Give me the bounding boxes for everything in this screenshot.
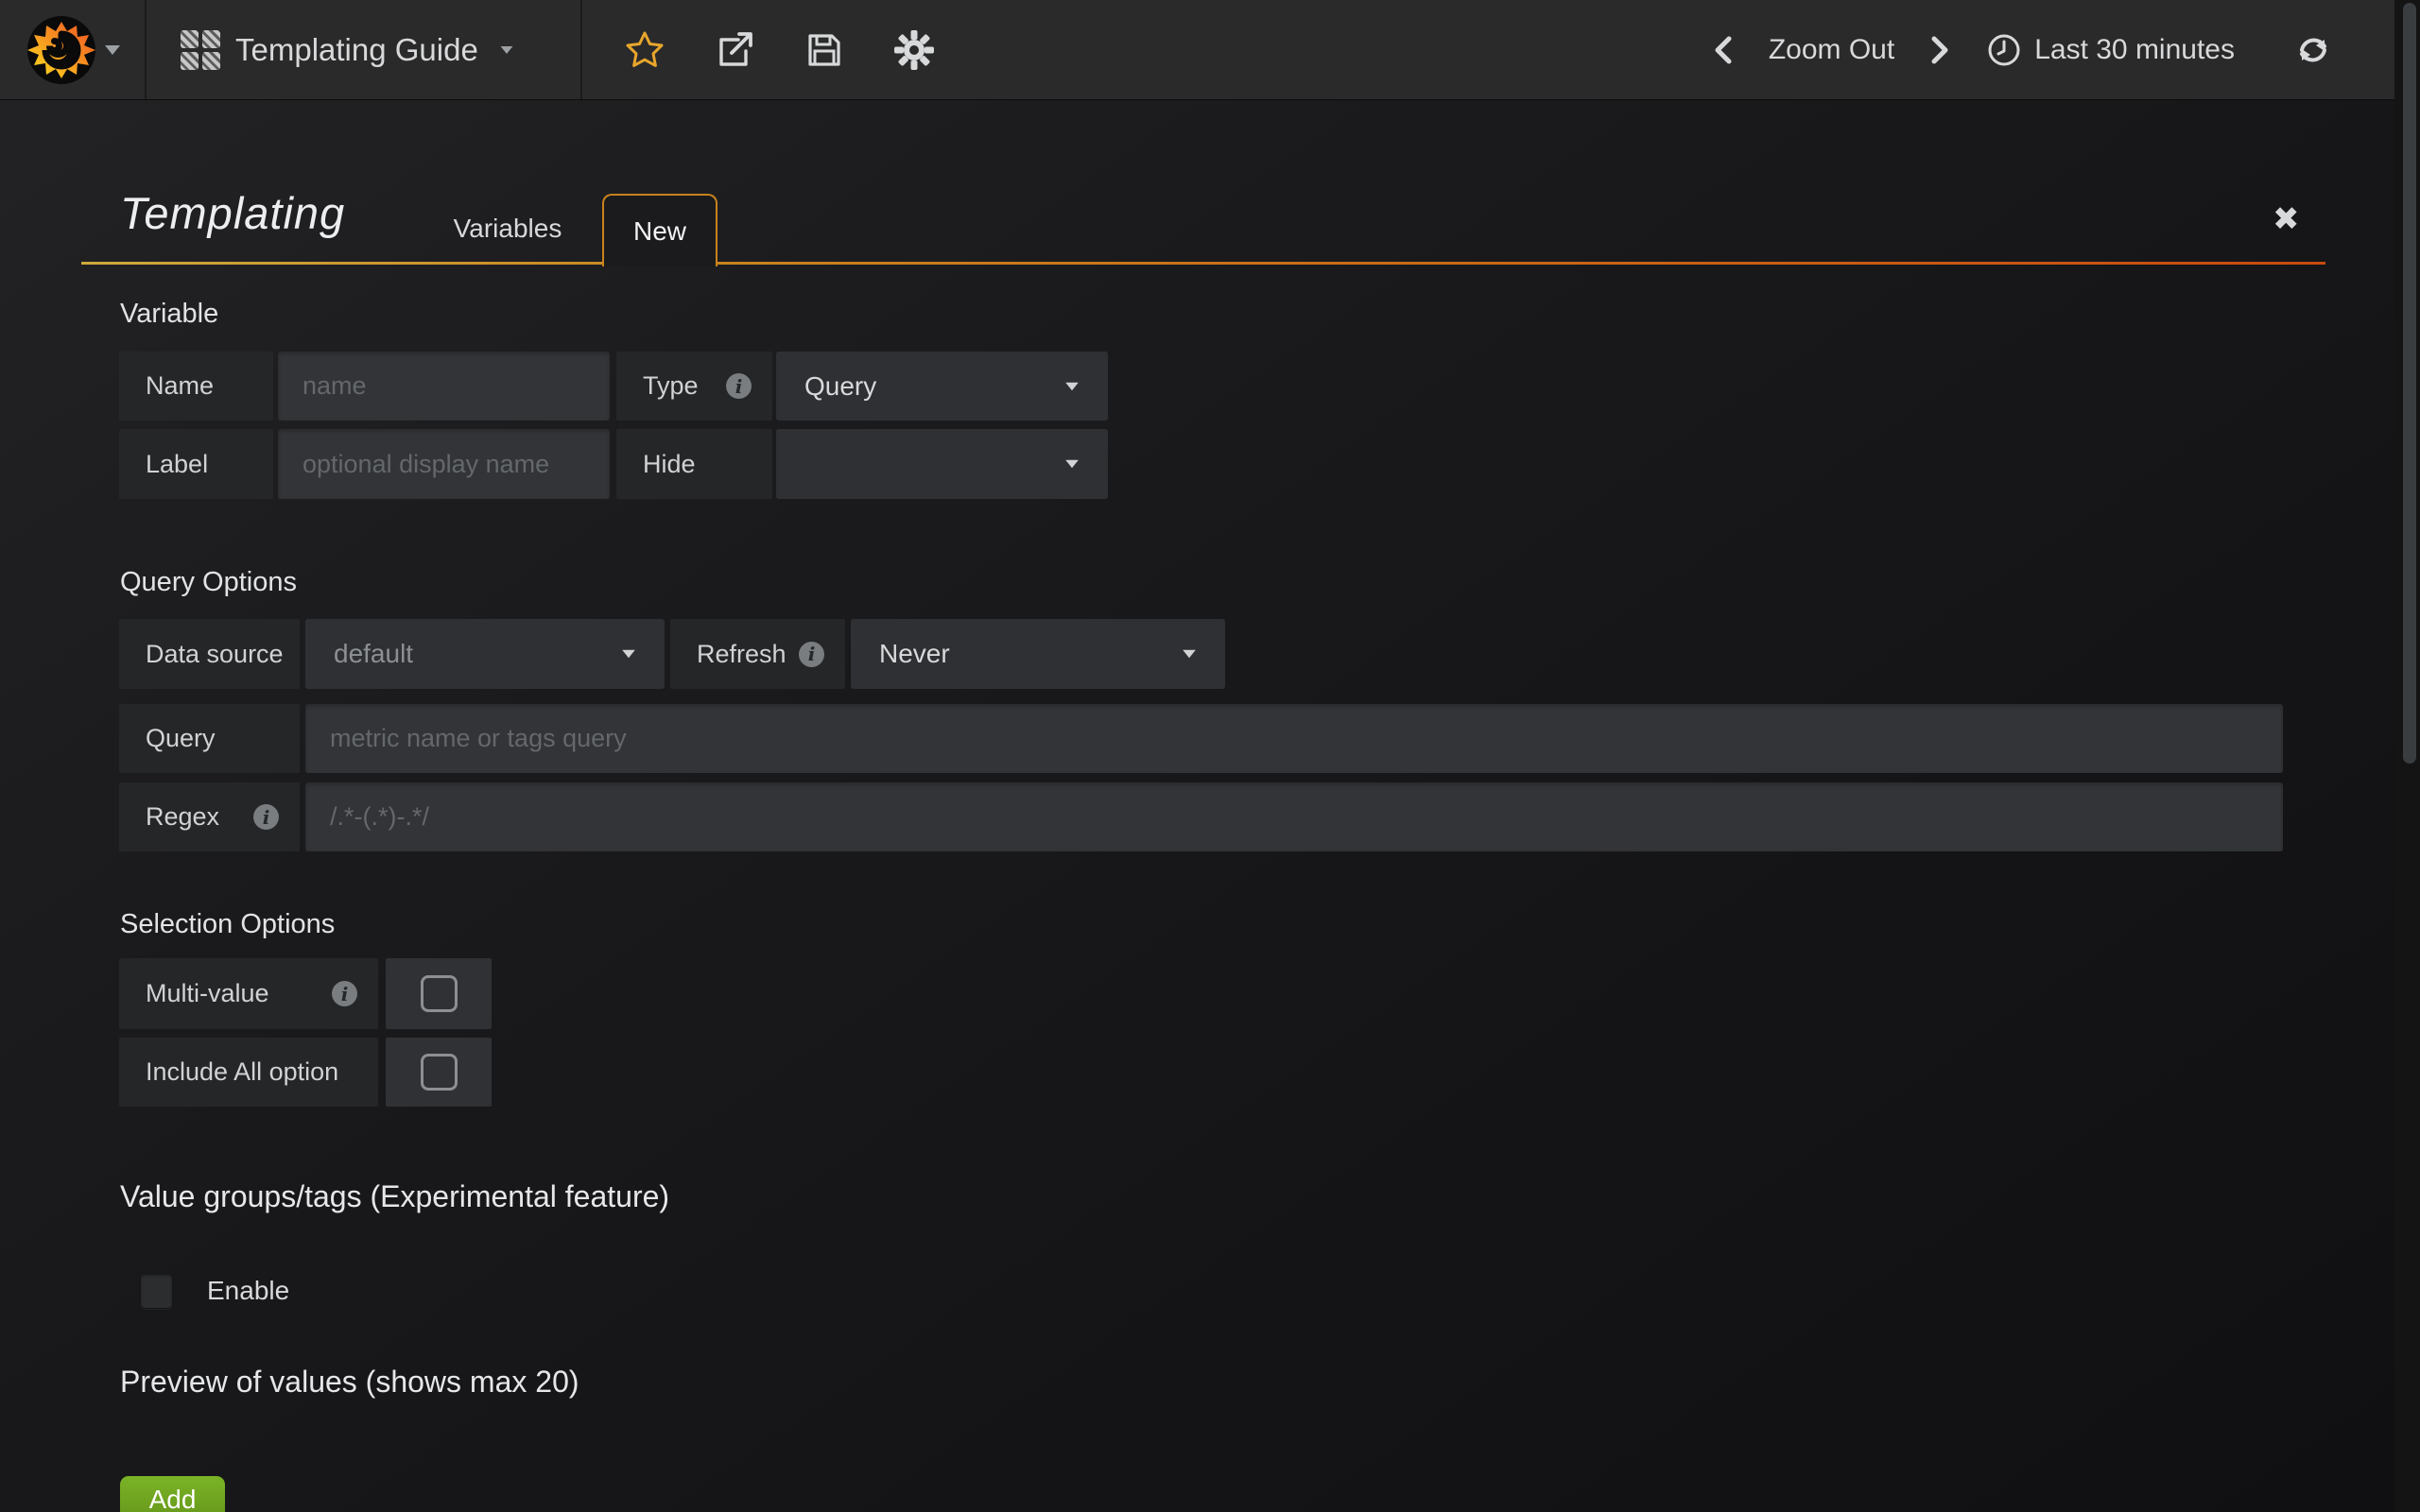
- chevron-down-icon: [500, 46, 512, 54]
- caret-down-icon: [622, 650, 635, 659]
- name-field-label: Name: [119, 352, 273, 421]
- tabs-underline: [81, 262, 2325, 265]
- type-field-label: Type i: [616, 352, 772, 421]
- zoom-out-left-chevron-button[interactable]: [1710, 33, 1737, 67]
- clock-icon: [1985, 31, 2023, 69]
- navbar: Templating Guide: [0, 0, 2420, 99]
- caret-down-icon: [1183, 650, 1196, 659]
- query-field-label: Query: [119, 704, 300, 773]
- settings-gear-button[interactable]: [892, 28, 936, 72]
- name-input[interactable]: [278, 352, 610, 421]
- time-shift-right-chevron-button[interactable]: [1927, 33, 1953, 67]
- chevron-down-icon: [105, 45, 120, 55]
- label-field-label: Label: [119, 429, 273, 499]
- value-groups-heading: Value groups/tags (Experimental feature): [120, 1179, 669, 1214]
- tab-variables[interactable]: Variables: [427, 195, 588, 262]
- dashboard-title: Templating Guide: [235, 32, 478, 68]
- selection-options-heading: Selection Options: [120, 909, 335, 940]
- multi-value-label: Multi-value i: [119, 958, 378, 1029]
- scrollbar-track[interactable]: [2394, 0, 2420, 1512]
- preview-heading: Preview of values (shows max 20): [120, 1365, 579, 1400]
- time-controls: Zoom Out Last 30 minutes: [1710, 0, 2420, 99]
- save-button[interactable]: [804, 29, 845, 71]
- caret-down-icon: [1065, 382, 1079, 390]
- enable-checkbox[interactable]: [140, 1273, 173, 1309]
- type-select[interactable]: Query: [776, 352, 1108, 421]
- label-input[interactable]: [278, 429, 610, 499]
- hide-field-label: Hide: [616, 429, 772, 499]
- datasource-select[interactable]: default: [305, 619, 665, 689]
- scrollbar-thumb[interactable]: [2403, 3, 2416, 764]
- grafana-window: Templating Guide: [0, 0, 2420, 1512]
- page-title: Templating: [120, 187, 345, 239]
- share-button[interactable]: [713, 28, 756, 72]
- time-range-label: Last 30 minutes: [2034, 34, 2235, 66]
- refresh-select[interactable]: Never: [851, 619, 1225, 689]
- tab-new[interactable]: New: [602, 194, 717, 266]
- info-icon[interactable]: i: [332, 981, 357, 1006]
- datasource-field-label: Data source: [119, 619, 300, 689]
- grafana-logo-icon: [26, 14, 97, 86]
- variable-section-heading: Variable: [120, 299, 218, 330]
- hide-select[interactable]: [776, 429, 1108, 499]
- time-range-picker-button[interactable]: Last 30 minutes: [1985, 31, 2235, 69]
- query-options-heading: Query Options: [120, 567, 297, 598]
- zoom-out-button[interactable]: Zoom Out: [1769, 34, 1894, 66]
- query-input[interactable]: [305, 704, 2283, 773]
- checkbox-outline-icon: [421, 975, 458, 1012]
- info-icon[interactable]: i: [253, 804, 279, 830]
- regex-field-label: Regex i: [119, 782, 300, 851]
- info-icon[interactable]: i: [726, 373, 752, 399]
- enable-label: Enable: [207, 1276, 289, 1306]
- regex-input[interactable]: [305, 782, 2283, 851]
- add-button[interactable]: Add: [120, 1476, 225, 1512]
- caret-down-icon: [1065, 460, 1079, 469]
- multi-value-checkbox[interactable]: [386, 958, 492, 1029]
- refresh-button[interactable]: [2293, 30, 2333, 70]
- close-icon[interactable]: ✖: [2273, 200, 2300, 238]
- include-all-checkbox[interactable]: [386, 1038, 492, 1107]
- info-icon[interactable]: i: [799, 642, 824, 667]
- dashboard-grid-icon: [181, 30, 220, 70]
- grafana-menu-button[interactable]: [0, 0, 147, 99]
- favorite-star-button[interactable]: [624, 29, 666, 71]
- refresh-field-label: Refresh i: [670, 619, 845, 689]
- dashboard-title-button[interactable]: Templating Guide: [147, 0, 582, 99]
- dashboard-actions: [582, 0, 936, 99]
- include-all-label: Include All option: [119, 1038, 378, 1107]
- checkbox-outline-icon: [421, 1054, 458, 1091]
